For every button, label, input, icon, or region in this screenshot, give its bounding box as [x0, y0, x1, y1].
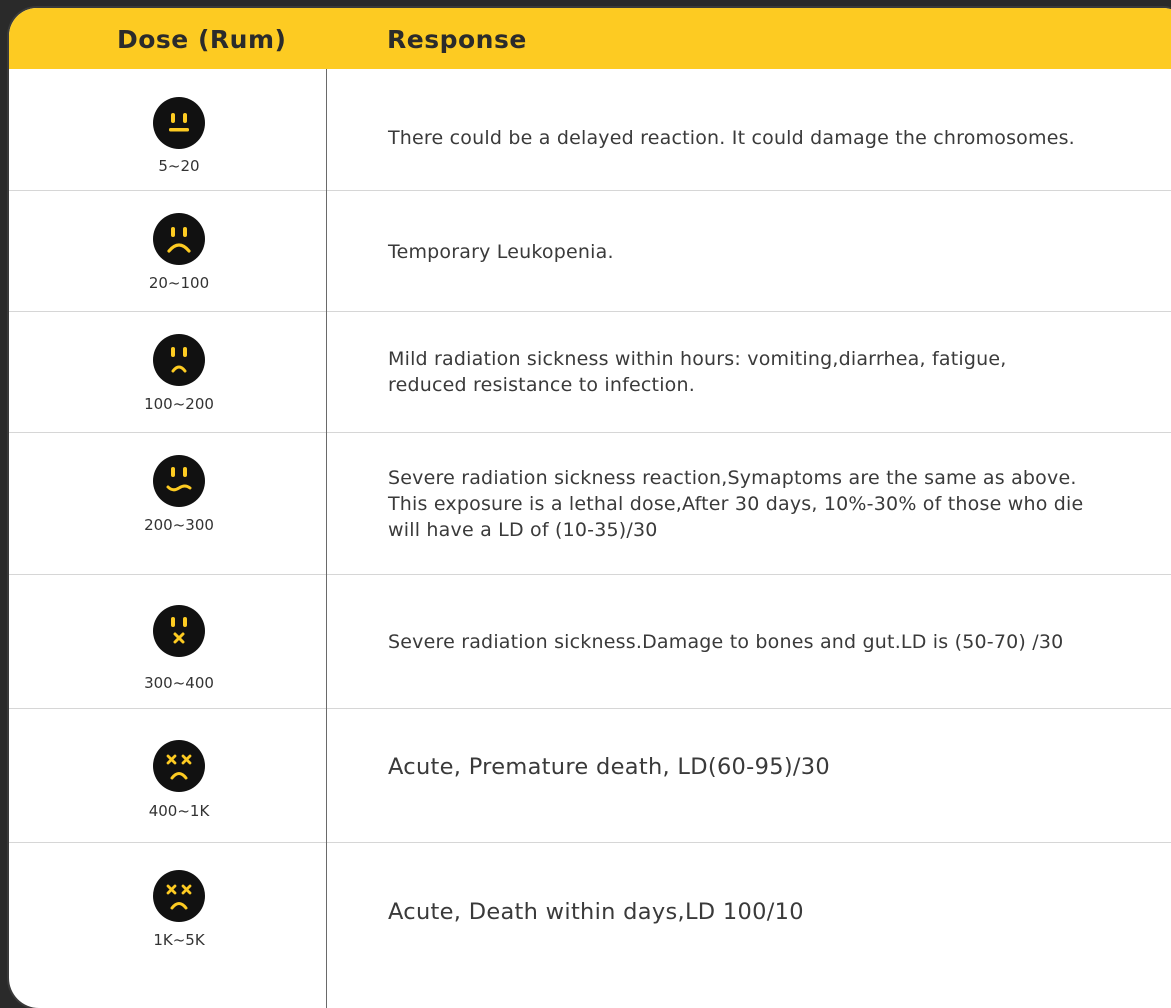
response-text: Severe radiation sickness.Damage to bone… [388, 631, 1064, 653]
wavy-mouth-face-icon [153, 455, 205, 507]
neutral-face-icon [153, 97, 205, 149]
worried-face-icon [153, 334, 205, 386]
dose-value: 1K~5K [153, 931, 205, 949]
dose-cell: 300~400 [9, 575, 326, 708]
table-header: Dose (Rum) Response [9, 8, 1171, 69]
dose-value: 300~400 [144, 674, 214, 692]
dose-cell: 20~100 [9, 191, 326, 311]
dose-cell: 200~300 [9, 433, 326, 574]
dose-cell: 400~1K [9, 709, 326, 842]
table-row: 200~300 Severe radiation sickness reacti… [9, 433, 1171, 575]
response-text: Temporary Leukopenia. [388, 241, 614, 263]
dose-column-header: Dose (Rum) [117, 25, 287, 54]
dose-value: 100~200 [144, 395, 214, 413]
dose-value: 20~100 [148, 274, 210, 292]
table-row: 5~20 There could be a delayed reaction. … [9, 69, 1171, 191]
sad-face-icon [153, 213, 205, 265]
x-eyes-face-icon [153, 870, 205, 922]
column-divider [326, 69, 327, 1008]
dose-cell: 100~200 [9, 312, 326, 432]
response-text: Acute, Premature death, LD(60-95)/30 [388, 754, 831, 780]
response-text: Acute, Death within days,LD 100/10 [388, 899, 804, 925]
x-mouth-face-icon [153, 605, 205, 657]
table-row: 300~400 Severe radiation sickness.Damage… [9, 575, 1171, 709]
response-text: Severe radiation sickness reaction,Symap… [388, 467, 1084, 541]
dose-cell: 5~20 [9, 69, 326, 190]
response-text: There could be a delayed reaction. It co… [388, 127, 1075, 149]
table-row: 100~200 Mild radiation sickness within h… [9, 312, 1171, 433]
dose-value: 400~1K [148, 802, 210, 820]
response-column-header: Response [387, 25, 527, 54]
dose-value: 5~20 [158, 157, 200, 175]
table-row: 400~1K Acute, Premature death, LD(60-95)… [9, 709, 1171, 843]
table-row: 20~100 Temporary Leukopenia. [9, 191, 1171, 312]
dose-cell: 1K~5K [9, 843, 326, 1008]
dose-value: 200~300 [144, 516, 214, 534]
table-row: 1K~5K Acute, Death within days,LD 100/10 [9, 843, 1171, 1008]
dose-response-table: Dose (Rum) Response 5~20 There could be … [9, 8, 1171, 1008]
x-eyes-face-icon [153, 740, 205, 792]
response-text: Mild radiation sickness within hours: vo… [388, 348, 1007, 396]
